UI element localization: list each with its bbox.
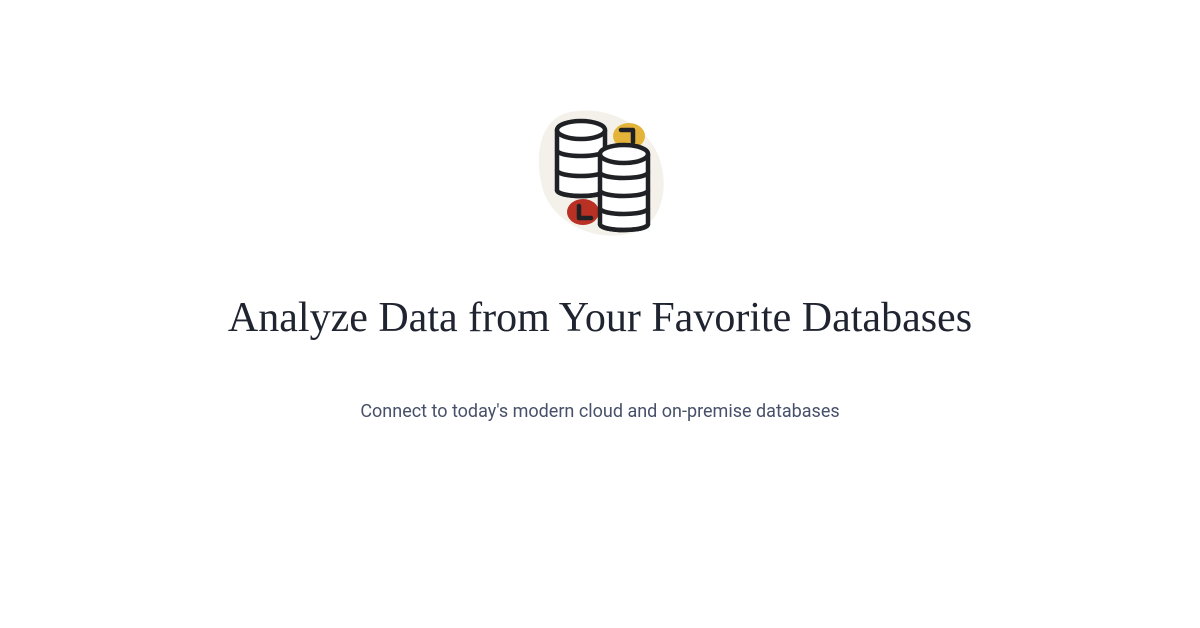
database-sync-icon — [520, 100, 680, 260]
hero-section: Analyze Data from Your Favorite Database… — [0, 0, 1200, 628]
page-subtitle: Connect to today's modern cloud and on-p… — [360, 401, 839, 422]
page-headline: Analyze Data from Your Favorite Database… — [228, 292, 972, 345]
